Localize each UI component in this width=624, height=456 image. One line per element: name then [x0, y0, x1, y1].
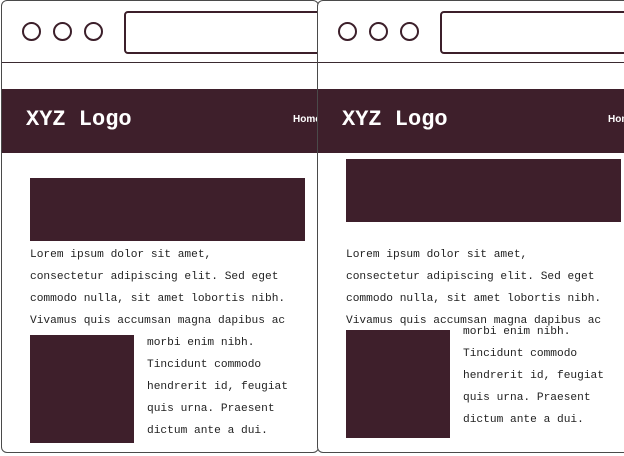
intro-paragraph: Lorem ipsum dolor sit amet, consectetur …: [30, 244, 318, 332]
wrap-line: hendrerit id, feugiat: [147, 381, 288, 393]
wrap-line: morbi enim nibh.: [147, 337, 255, 349]
paragraph-line: commodo nulla, sit amet lobortis nibh.: [346, 293, 602, 305]
paragraph-line: consectetur adipiscing elit. Sed eget: [346, 271, 595, 283]
hero-banner-image: [30, 178, 305, 241]
window-maximize-button[interactable]: [84, 22, 103, 41]
window-maximize-button[interactable]: [400, 22, 419, 41]
site-header: XYZ Logo Home: [318, 89, 624, 153]
wrap-line: quis urna. Praesent: [463, 392, 591, 404]
site-logo[interactable]: XYZ Logo: [342, 107, 448, 132]
hero-banner-image: [346, 159, 621, 222]
window-minimize-button[interactable]: [53, 22, 72, 41]
wrap-line: quis urna. Praesent: [147, 403, 275, 415]
intro-paragraph: Lorem ipsum dolor sit amet, consectetur …: [346, 244, 624, 332]
side-image: [30, 335, 134, 443]
browser-toolbar: [2, 1, 318, 63]
address-bar[interactable]: [440, 11, 624, 54]
paragraph-line: Vivamus quis accumsan magna dapibus ac: [30, 315, 286, 327]
wrap-line: morbi enim nibh.: [463, 326, 571, 338]
wrap-line: Tincidunt commodo: [147, 359, 262, 371]
paragraph-line: commodo nulla, sit amet lobortis nibh.: [30, 293, 286, 305]
browser-window-left: XYZ Logo Home Lorem ipsum dolor sit amet…: [1, 0, 319, 453]
wrapped-paragraph: morbi enim nibh. Tincidunt commodo hendr…: [463, 321, 624, 431]
paragraph-line: Lorem ipsum dolor sit amet,: [346, 249, 528, 261]
window-close-button[interactable]: [338, 22, 357, 41]
nav-link-home[interactable]: Home: [608, 114, 624, 125]
window-minimize-button[interactable]: [369, 22, 388, 41]
wrap-line: dictum ante a dui.: [147, 425, 268, 437]
browser-window-right: XYZ Logo Home Lorem ipsum dolor sit amet…: [317, 0, 624, 453]
wrapped-paragraph: morbi enim nibh. Tincidunt commodo hendr…: [147, 332, 317, 442]
address-bar[interactable]: [124, 11, 318, 54]
wrap-line: hendrerit id, feugiat: [463, 370, 604, 382]
site-header: XYZ Logo Home: [2, 89, 318, 153]
site-logo[interactable]: XYZ Logo: [26, 107, 132, 132]
wrap-line: dictum ante a dui.: [463, 414, 584, 426]
paragraph-line: Lorem ipsum dolor sit amet,: [30, 249, 212, 261]
nav-link-home[interactable]: Home: [293, 114, 318, 125]
tab-strip: [2, 63, 318, 89]
tab-strip: [318, 63, 624, 89]
side-image: [346, 330, 450, 438]
window-close-button[interactable]: [22, 22, 41, 41]
paragraph-line: consectetur adipiscing elit. Sed eget: [30, 271, 279, 283]
browser-toolbar: [318, 1, 624, 63]
wrap-line: Tincidunt commodo: [463, 348, 578, 360]
